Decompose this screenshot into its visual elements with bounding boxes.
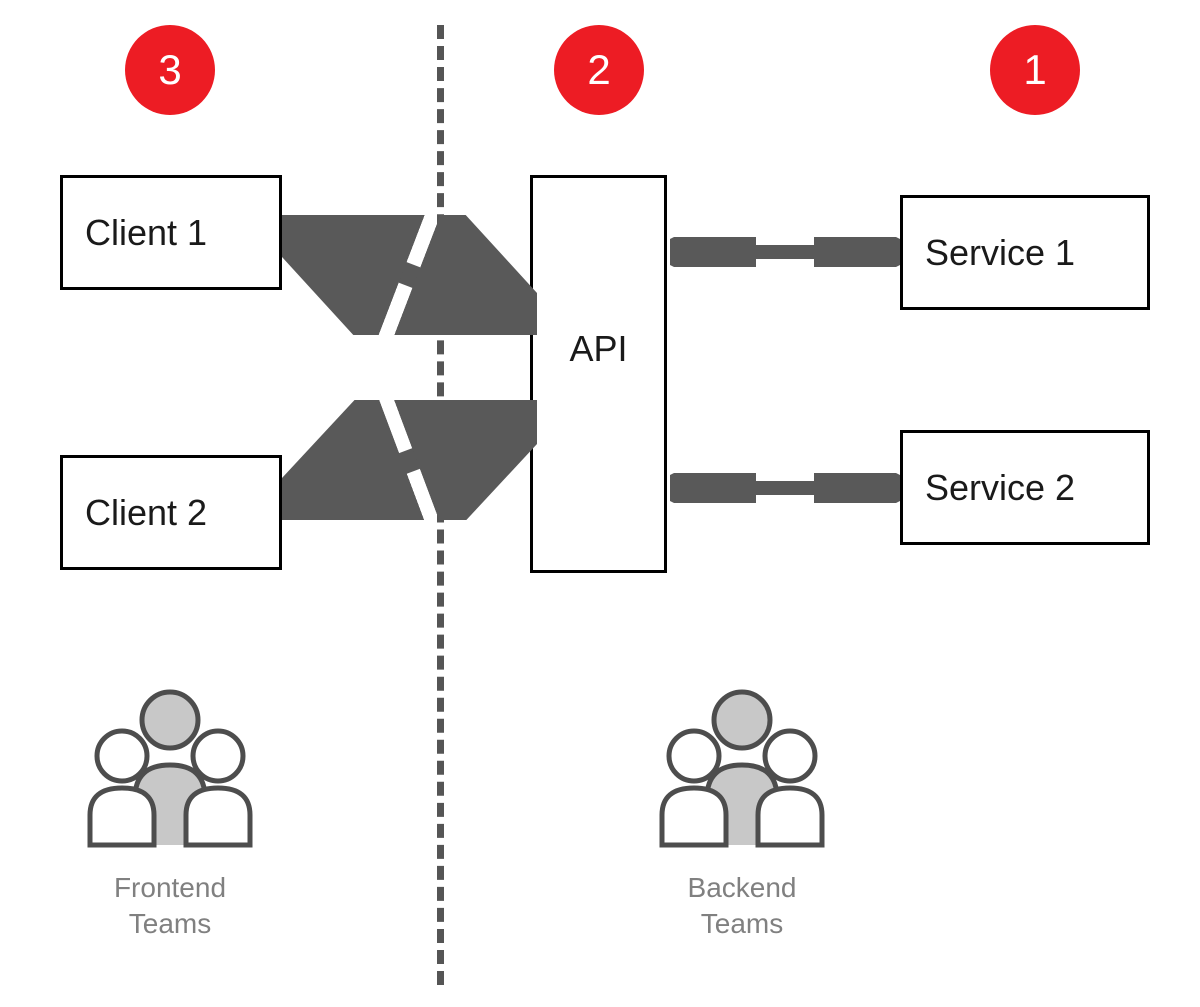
backend-team-label: Backend Teams [672,870,812,943]
frontend-team-label: Frontend Teams [100,870,240,943]
badge-1: 1 [990,25,1080,115]
client-1-label: Client 1 [85,212,207,254]
arrow-api-service2 [670,473,900,503]
client-2-label: Client 2 [85,492,207,534]
client-1-box: Client 1 [60,175,282,290]
badge-1-label: 1 [1023,46,1046,94]
arrow-client2-api [282,400,537,520]
badge-2: 2 [554,25,644,115]
service-2-box: Service 2 [900,430,1150,545]
arrow-client1-api [282,215,537,335]
service-2-label: Service 2 [925,467,1075,509]
service-1-label: Service 1 [925,232,1075,274]
api-box: API [530,175,667,573]
badge-3: 3 [125,25,215,115]
api-label: API [569,328,627,370]
arrow-api-service1 [670,237,900,267]
backend-team-icon [652,680,832,850]
service-1-box: Service 1 [900,195,1150,310]
badge-3-label: 3 [158,46,181,94]
client-2-box: Client 2 [60,455,282,570]
badge-2-label: 2 [587,46,610,94]
frontend-team-icon [80,680,260,850]
